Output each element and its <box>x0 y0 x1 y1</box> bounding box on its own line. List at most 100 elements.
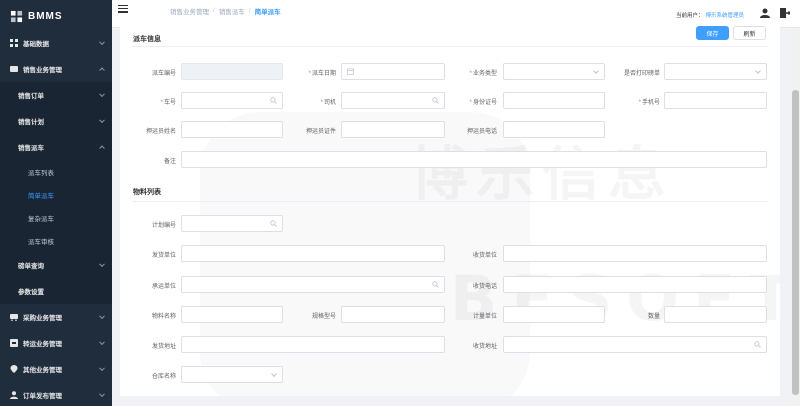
user-info: 当前用户： 博乐系统管理员 <box>676 11 744 19</box>
folder-icon <box>10 65 18 73</box>
sidebar-item-purchase[interactable]: 采购业务管理 <box>0 304 112 330</box>
chevron-down-icon <box>271 371 277 377</box>
sidebar-item-simple-dispatch[interactable]: 简单派车 <box>0 183 112 206</box>
chevron-down-icon <box>593 68 599 74</box>
material-name-input[interactable] <box>181 306 283 323</box>
phone-input[interactable] <box>664 92 767 109</box>
watermark-en: BESOFT <box>450 262 780 335</box>
business-type-select[interactable] <box>503 63 605 80</box>
breadcrumb-dispatch[interactable]: 销售派车 <box>219 6 245 16</box>
search-icon[interactable] <box>432 97 439 104</box>
sidebar-item-label: 销售派车 <box>18 145 44 152</box>
recv-addr-input[interactable] <box>503 336 767 353</box>
breadcrumb-sales[interactable]: 销售业务管理 <box>170 6 209 16</box>
chevron-down-icon <box>99 339 105 346</box>
app-name: BMMS <box>28 10 63 22</box>
carrier-input[interactable] <box>181 276 445 293</box>
user-profile-icon[interactable] <box>760 8 770 18</box>
sidebar-item-label: 派车审核 <box>28 238 54 246</box>
sidebar-item-sales[interactable]: 销售业务管理 <box>0 56 112 82</box>
warehouse-select[interactable] <box>181 366 283 383</box>
unit-input[interactable] <box>503 306 605 323</box>
sidebar-item-dispatch-list[interactable]: 派车列表 <box>0 160 112 183</box>
chevron-down-icon <box>99 117 105 124</box>
dispatch-date-picker[interactable] <box>341 63 445 80</box>
search-icon[interactable] <box>754 341 761 348</box>
watermark-cn: 博乐信息 <box>410 127 674 211</box>
chevron-down-icon <box>99 365 105 372</box>
plate-no-input[interactable] <box>181 92 283 109</box>
sidebar-item-sales-plan[interactable]: 销售计划 <box>0 108 112 134</box>
sidebar: BMMS 基础数据 销售业务管理 销售订单 销售计划 销售派车 派车列表 简单派… <box>0 0 112 406</box>
chevron-down-icon <box>99 313 105 320</box>
quantity-input[interactable] <box>664 306 767 323</box>
materials-section-title: 物料列表 <box>133 189 161 196</box>
user-label: 当前用户： <box>675 13 704 19</box>
receiver-label: 收货单位 <box>472 253 497 259</box>
breadcrumb: 销售业务管理 / 销售派车 / 简单派车 <box>170 6 281 16</box>
spec-input[interactable] <box>341 306 445 323</box>
sidebar-item-settings[interactable]: 参数设置 <box>0 278 112 304</box>
driver-label: *司机 <box>320 100 336 106</box>
escort-name-input[interactable] <box>181 121 283 138</box>
shipper-input[interactable] <box>181 245 445 262</box>
print-slip-label: 是否打印磅单 <box>623 71 660 77</box>
search-icon[interactable] <box>270 97 277 104</box>
sidebar-item-label: 磅单查询 <box>18 263 44 270</box>
driver-input[interactable] <box>341 92 445 109</box>
search-icon[interactable] <box>432 281 439 288</box>
refresh-button[interactable]: 刷新 <box>733 26 766 40</box>
business-type-label: *业务类型 <box>469 71 497 77</box>
carrier-label: 承运单位 <box>151 284 176 290</box>
sidebar-item-sales-dispatch[interactable]: 销售派车 <box>0 134 112 160</box>
escort-name-label: 押运员姓名 <box>145 129 176 135</box>
material-name-label: 物料名称 <box>151 314 176 320</box>
escort-phone-input[interactable] <box>503 121 605 138</box>
plan-no-input[interactable] <box>181 215 283 232</box>
receiver-phone-input[interactable] <box>503 276 767 293</box>
sidebar-item-label: 销售计划 <box>18 119 44 126</box>
save-button[interactable]: 保存 <box>696 26 729 40</box>
escort-cert-input[interactable] <box>341 121 445 138</box>
unit-label: 计量单位 <box>472 314 497 320</box>
ship-addr-input[interactable] <box>181 336 445 353</box>
sales-submenu: 销售订单 销售计划 销售派车 派车列表 简单派车 复杂派车 派车审核 磅单查询 … <box>0 82 112 304</box>
dispatch-no-input <box>181 63 283 80</box>
sidebar-item-weighbill-query[interactable]: 磅单查询 <box>0 252 112 278</box>
location-icon <box>10 365 18 373</box>
search-icon[interactable] <box>270 220 277 227</box>
plan-no-label: 计划编号 <box>151 223 176 229</box>
calendar-icon <box>347 68 354 75</box>
ship-addr-label: 发货地址 <box>151 344 176 350</box>
receiver-input[interactable] <box>503 245 767 262</box>
remark-input[interactable] <box>181 151 767 168</box>
escort-cert-label: 押运员证件 <box>305 129 336 135</box>
sidebar-item-transfer[interactable]: 转运业务管理 <box>0 330 112 356</box>
id-no-input[interactable] <box>503 92 605 109</box>
logout-icon[interactable] <box>780 8 790 18</box>
sidebar-item-label: 采购业务管理 <box>23 315 62 322</box>
sidebar-item-other[interactable]: 其他业务管理 <box>0 356 112 382</box>
escort-phone-label: 押运员电话 <box>466 129 497 135</box>
chevron-down-icon <box>99 39 105 46</box>
print-slip-select[interactable] <box>664 63 767 80</box>
sidebar-item-order-publish[interactable]: 订单发布管理 <box>0 382 112 406</box>
sidebar-item-complex-dispatch[interactable]: 复杂派车 <box>0 206 112 229</box>
user-name[interactable]: 博乐系统管理员 <box>705 13 744 19</box>
id-no-label: *身份证号 <box>469 100 497 106</box>
sidebar-item-dispatch-review[interactable]: 派车审核 <box>0 229 112 252</box>
main-panel: 博乐信息 BESOFT 派车信息 保存 刷新 派车编号 *派车日期 *业务类型 … <box>120 22 780 396</box>
shipper-label: 发货单位 <box>151 253 176 259</box>
sidebar-item-label: 派车列表 <box>28 169 54 177</box>
sidebar-item-basic-data[interactable]: 基础数据 <box>0 30 112 56</box>
chevron-down-icon <box>99 91 105 98</box>
sidebar-item-sales-order[interactable]: 销售订单 <box>0 82 112 108</box>
receiver-phone-label: 收货电话 <box>472 284 497 290</box>
quantity-label: 数量 <box>647 314 660 320</box>
hamburger-icon[interactable] <box>118 4 128 13</box>
app-logo[interactable]: BMMS <box>0 0 112 32</box>
dispatch-section-title: 派车信息 <box>133 36 161 43</box>
sidebar-item-label: 参数设置 <box>18 289 44 296</box>
scrollbar-thumb[interactable] <box>792 90 799 395</box>
recv-addr-label: 收货地址 <box>472 344 497 350</box>
